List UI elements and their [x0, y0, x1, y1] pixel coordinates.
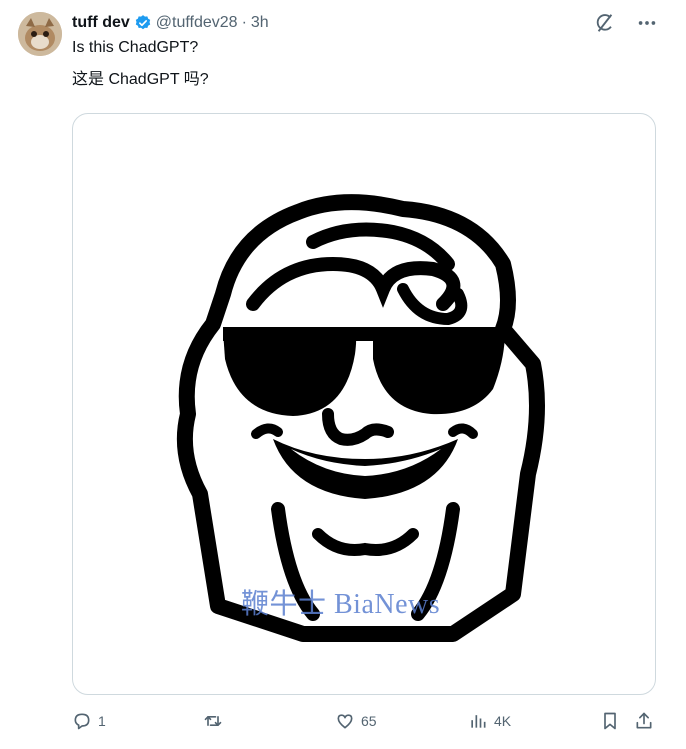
grok-icon[interactable] — [594, 12, 616, 34]
views-count: 4K — [494, 713, 512, 729]
user-handle[interactable]: @tuffdev28 — [156, 14, 238, 32]
bookmark-icon — [604, 712, 616, 730]
tweet-media[interactable]: 鞭牛士 BiaNews — [72, 113, 656, 695]
watermark-text: 鞭牛士 BiaNews — [241, 589, 441, 620]
reply-icon — [74, 713, 90, 730]
retweet-icon — [204, 716, 222, 726]
share-button[interactable] — [634, 707, 654, 735]
reply-count: 1 — [98, 713, 106, 729]
tweet-text-english: Is this ChadGPT? — [72, 39, 199, 56]
top-actions — [594, 12, 658, 34]
like-button[interactable]: 65 — [335, 707, 377, 735]
timestamp[interactable]: 3h — [251, 14, 269, 32]
tweet-header: tuff dev @tuffdev28 · 3h — [72, 13, 269, 33]
retweet-button[interactable] — [203, 707, 229, 735]
like-count: 65 — [361, 713, 377, 729]
views-button[interactable]: 4K — [468, 707, 511, 735]
more-icon[interactable] — [636, 12, 658, 34]
like-icon — [337, 714, 353, 729]
avatar[interactable] — [18, 12, 62, 56]
share-icon — [636, 712, 652, 729]
action-bar: 1 65 4K — [72, 707, 662, 735]
display-name[interactable]: tuff dev — [72, 14, 130, 32]
reply-button[interactable]: 1 — [72, 707, 106, 735]
bookmark-button[interactable] — [600, 707, 620, 735]
views-icon — [471, 715, 486, 728]
tweet-text-chinese: 这是 ChadGPT 吗? — [72, 71, 209, 88]
verified-badge-icon[interactable] — [134, 14, 152, 32]
separator-dot: · — [241, 14, 247, 31]
